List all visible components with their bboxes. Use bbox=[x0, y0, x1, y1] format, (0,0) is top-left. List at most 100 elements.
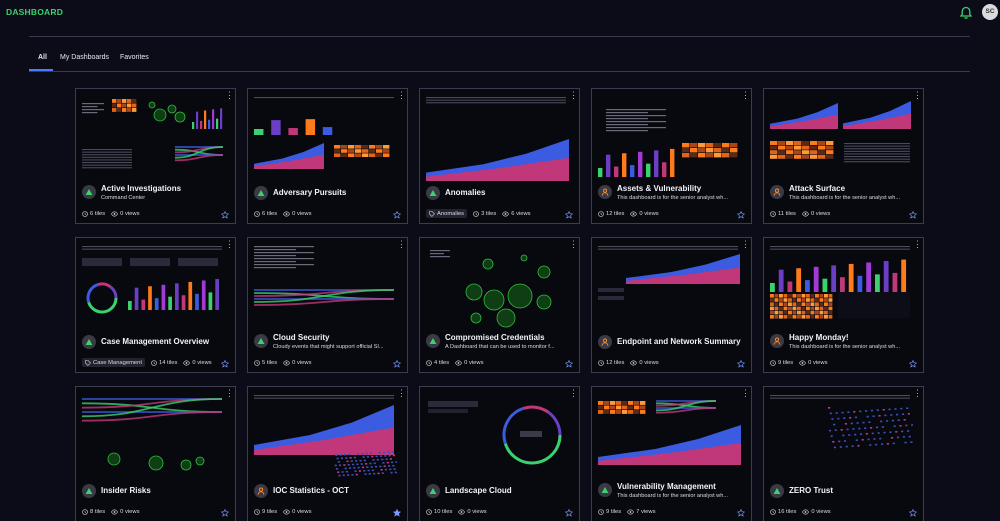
bell-icon[interactable] bbox=[959, 6, 973, 20]
favorite-star-icon[interactable] bbox=[737, 360, 745, 368]
favorite-star-icon[interactable] bbox=[565, 360, 573, 368]
dashboard-card[interactable]: ⋮ Case Management Overview Case Management… bbox=[75, 237, 236, 373]
card-menu-icon[interactable]: ⋮ bbox=[913, 240, 922, 249]
card-menu-icon[interactable]: ⋮ bbox=[569, 389, 578, 398]
thumbnail-map-cell bbox=[897, 419, 900, 421]
thumbnail-map-cell bbox=[385, 458, 388, 461]
dashboard-card[interactable]: ⋮ IOC Statistics - OCT 9 tiles 0 views bbox=[247, 386, 408, 521]
thumbnail-map-cell bbox=[378, 451, 381, 454]
thumbnail-map-cell bbox=[345, 457, 348, 459]
thumbnail-heat-cell bbox=[779, 302, 783, 306]
thumbnail-map-cell bbox=[879, 437, 882, 440]
thumbnail-heat-cell bbox=[794, 150, 802, 155]
user-avatar[interactable]: SC bbox=[982, 4, 998, 20]
thumbnail-map-cell bbox=[371, 455, 374, 458]
favorite-star-icon[interactable] bbox=[565, 509, 573, 517]
favorite-star-icon[interactable] bbox=[221, 211, 229, 219]
thumbnail-heat-cell bbox=[797, 306, 801, 311]
thumbnail-bar bbox=[901, 259, 907, 292]
thumbnail-table-row bbox=[844, 145, 910, 147]
dashboard-thumbnail bbox=[428, 401, 562, 465]
card-menu-icon[interactable]: ⋮ bbox=[569, 240, 578, 249]
thumbnail-heat-cell bbox=[826, 141, 834, 145]
dashboard-card[interactable]: ⋮ Insider Risks 8 tiles 0 views bbox=[75, 386, 236, 521]
dashboard-card[interactable]: ⋮ Attack Surface This dashboard is for the… bbox=[763, 88, 924, 224]
thumbnail-panel bbox=[598, 288, 624, 292]
thumbnail-map-cell bbox=[376, 458, 379, 461]
card-menu-icon[interactable]: ⋮ bbox=[913, 91, 922, 100]
favorite-star-icon[interactable] bbox=[393, 211, 401, 219]
thumbnail-table-row bbox=[770, 246, 910, 248]
thumbnail-bar bbox=[796, 268, 802, 292]
thumbnail-heat-cell bbox=[815, 298, 819, 302]
tab-all[interactable]: All bbox=[38, 54, 47, 61]
thumbnail-map-cell bbox=[375, 455, 378, 458]
thumbnail-map-cell bbox=[379, 455, 383, 457]
eye-icon bbox=[630, 359, 638, 366]
clock-icon bbox=[598, 210, 604, 217]
thumbnail-heat-cell bbox=[122, 99, 127, 103]
card-menu-icon[interactable]: ⋮ bbox=[569, 91, 578, 100]
dashboard-card[interactable]: ⋮ Anomalies Anomalies 3 tiles 6 views bbox=[419, 88, 580, 224]
dashboard-card[interactable]: ⋮ Landscape Cloud 10 tiles 0 views bbox=[419, 386, 580, 521]
favorite-star-icon[interactable] bbox=[737, 211, 745, 219]
favorite-star-icon[interactable] bbox=[909, 360, 917, 368]
thumbnail-map-cell bbox=[844, 423, 847, 425]
thumbnail-heat-cell bbox=[616, 410, 622, 414]
card-menu-icon[interactable]: ⋮ bbox=[741, 240, 750, 249]
favorite-star-icon[interactable] bbox=[393, 509, 401, 517]
card-menu-icon[interactable]: ⋮ bbox=[225, 389, 234, 398]
favorite-star-icon[interactable] bbox=[909, 509, 917, 517]
favorite-star-icon[interactable] bbox=[565, 211, 573, 219]
card-menu-icon[interactable]: ⋮ bbox=[741, 389, 750, 398]
card-menu-icon[interactable]: ⋮ bbox=[397, 389, 406, 398]
card-menu-icon[interactable]: ⋮ bbox=[397, 91, 406, 100]
tab-favorites[interactable]: Favorites bbox=[120, 54, 149, 61]
thumbnail-map-cell bbox=[903, 419, 906, 421]
thumbnail-map-cell bbox=[864, 427, 867, 429]
thumbnail-bar bbox=[662, 162, 667, 177]
tag-chip[interactable]: Case Management bbox=[82, 358, 145, 367]
thumbnail-map-cell bbox=[888, 408, 891, 411]
thumbnail-map-cell bbox=[831, 418, 834, 420]
dashboard-card[interactable]: ⋮ Active Investigations Command Center 6 ti… bbox=[75, 88, 236, 224]
thumbnail-map-cell bbox=[361, 452, 364, 455]
dashboard-card[interactable]: ⋮ Endpoint and Network Summary 12 tiles 0 v… bbox=[591, 237, 752, 373]
card-menu-icon[interactable]: ⋮ bbox=[913, 389, 922, 398]
thumbnail-heat-cell bbox=[783, 306, 788, 311]
favorite-star-icon[interactable] bbox=[909, 211, 917, 219]
favorite-star-icon[interactable] bbox=[393, 360, 401, 368]
thumbnail-bar bbox=[134, 287, 139, 310]
dashboard-card[interactable]: ⋮ Adversary Pursuits 6 tiles 0 views bbox=[247, 88, 408, 224]
card-menu-icon[interactable]: ⋮ bbox=[397, 240, 406, 249]
favorite-star-icon[interactable] bbox=[737, 509, 745, 517]
thumbnail-table-row bbox=[82, 151, 132, 153]
dashboard-card[interactable]: ⋮ ZERO Trust 16 tiles 0 views bbox=[763, 386, 924, 521]
thumbnail-map-cell bbox=[892, 442, 895, 445]
favorite-star-icon[interactable] bbox=[221, 360, 229, 368]
view-count: 0 views bbox=[639, 210, 659, 217]
thumbnail-map-cell bbox=[334, 451, 337, 453]
dashboard-card[interactable]: ⋮ Compromised Credentials A Dashboard that… bbox=[419, 237, 580, 373]
tile-count: 8 tiles bbox=[90, 508, 106, 515]
thumbnail-heat-cell bbox=[770, 145, 778, 150]
dashboard-card[interactable]: ⋮ Vulnerability Management This dashboard … bbox=[591, 386, 752, 521]
dashboard-card[interactable]: ⋮ Assets & Vulnerability This dashboard is… bbox=[591, 88, 752, 224]
card-menu-icon[interactable]: ⋮ bbox=[741, 91, 750, 100]
card-menu-icon[interactable]: ⋮ bbox=[225, 91, 234, 100]
card-menu-icon[interactable]: ⋮ bbox=[225, 240, 234, 249]
thumbnail-heat-cell bbox=[815, 315, 819, 319]
dashboard-card[interactable]: ⋮ Happy Monday! This dashboard is for the … bbox=[763, 237, 924, 373]
tabs-divider bbox=[29, 71, 970, 72]
thumbnail-text-line bbox=[606, 112, 648, 114]
eye-icon bbox=[502, 210, 510, 217]
thumbnail-heat-cell bbox=[786, 141, 794, 145]
thumbnail-heat-cell bbox=[117, 108, 122, 112]
thumbnail-bar bbox=[866, 262, 872, 292]
dashboard-card[interactable]: ⋮ Cloud Security Cloudy events that might … bbox=[247, 237, 408, 373]
tag-chip[interactable]: Anomalies bbox=[426, 209, 468, 218]
favorite-star-icon[interactable] bbox=[221, 509, 229, 517]
thumbnail-map-cell bbox=[828, 407, 831, 409]
tab-my-dashboards[interactable]: My Dashboards bbox=[60, 54, 109, 61]
thumbnail-bar bbox=[606, 154, 611, 177]
